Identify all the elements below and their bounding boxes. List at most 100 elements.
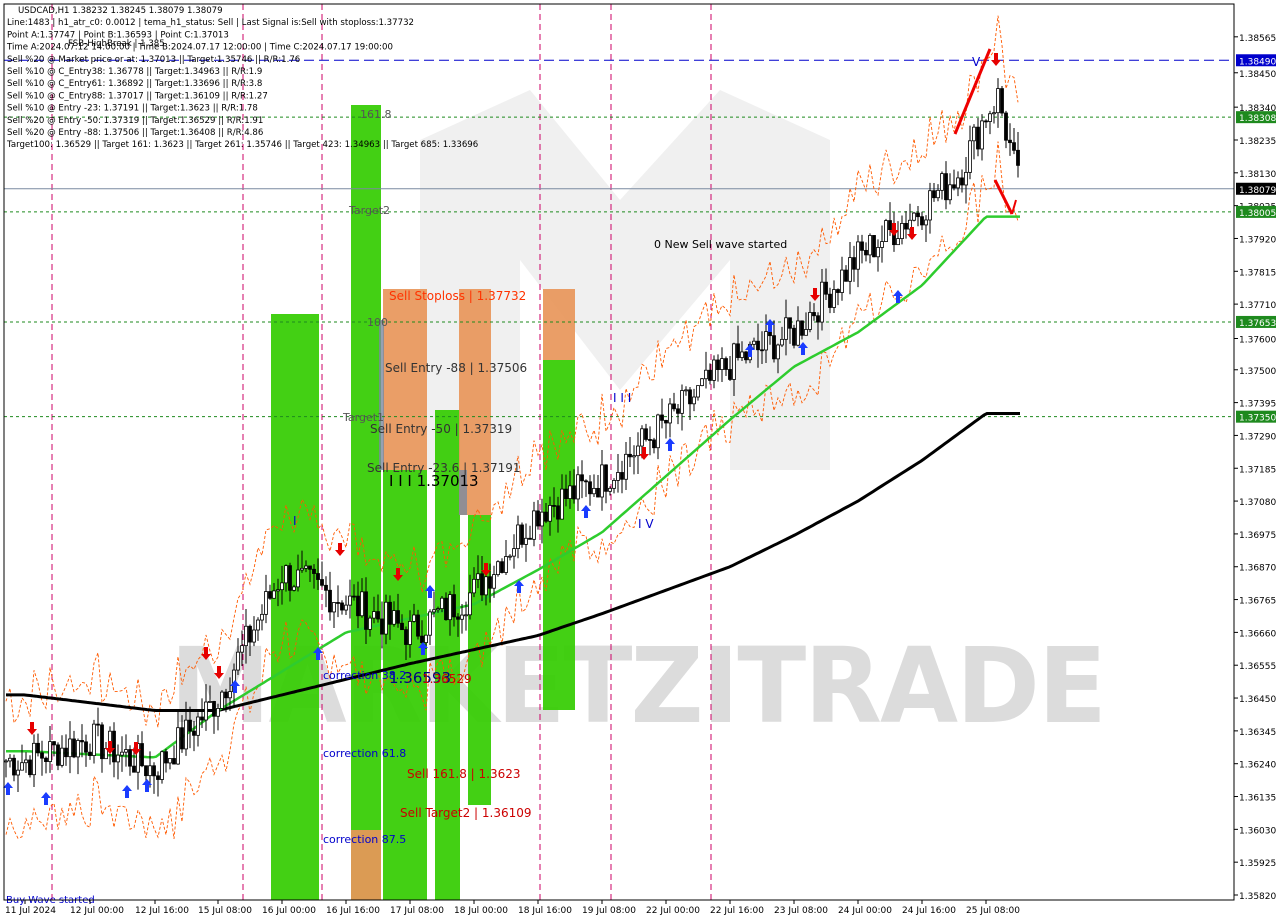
candle-body (760, 349, 764, 352)
candle-body (32, 742, 36, 776)
candle-body (184, 719, 188, 750)
candle-body (416, 614, 420, 637)
candle-body (720, 358, 724, 370)
candle-body (224, 691, 228, 699)
candle-body (628, 453, 632, 458)
annotation-20: I (293, 514, 297, 528)
candle-body (572, 485, 576, 500)
y-tick-label-4: 1.38130 (1239, 170, 1276, 180)
candle-body (700, 378, 704, 387)
candle-body (88, 751, 92, 756)
y-tick-label-8: 1.37710 (1239, 301, 1276, 311)
candle-body (512, 548, 516, 557)
candle-body (604, 464, 608, 492)
candle-body (564, 488, 568, 500)
candle-body (308, 565, 312, 570)
axis-level-label-0: 1.38490 (1239, 57, 1276, 67)
candle-body (640, 428, 644, 447)
candle-body (520, 524, 524, 545)
candle-body (692, 396, 696, 405)
candle-body (468, 592, 472, 616)
header-line-0: USDCAD,H1 1.38232 1.38245 1.38079 1.3807… (18, 6, 223, 16)
candle-body (528, 537, 532, 540)
candle-body (612, 480, 616, 489)
x-tick-label-2: 12 Jul 16:00 (135, 906, 189, 916)
candle-body (492, 574, 496, 589)
candle-body (312, 568, 316, 574)
candle-body (832, 289, 836, 308)
annotation-5: I I I 1.37013 (389, 472, 479, 490)
x-tick-label-8: 18 Jul 16:00 (518, 906, 572, 916)
candle-body (560, 488, 564, 520)
candle-body (736, 343, 740, 358)
candle-body (708, 369, 712, 381)
candle-body (860, 241, 864, 251)
candle-body (448, 594, 452, 621)
candle-body (4, 760, 8, 763)
candle-body (52, 741, 56, 746)
candle-body (740, 351, 744, 358)
candle-body (1000, 88, 1004, 114)
candle-body (840, 269, 844, 293)
candle-body (352, 595, 356, 598)
candle-body (696, 385, 700, 398)
x-tick-label-4: 16 Jul 00:00 (262, 906, 316, 916)
candle-body (364, 591, 368, 630)
candle-body (948, 184, 952, 201)
candle-body (388, 601, 392, 625)
x-tick-label-6: 17 Jul 08:00 (390, 906, 444, 916)
annotation-8: 1.36529 (422, 672, 472, 686)
candle-body (780, 338, 784, 346)
candle-body (972, 126, 976, 142)
header-line-6: Sell %10 @ C_Entry61: 1.36892 || Target:… (7, 79, 262, 89)
candle-body (332, 602, 336, 613)
candle-body (56, 744, 60, 766)
annotation-16: Target1 (342, 411, 384, 424)
candle-body (268, 591, 272, 599)
candle-body (324, 584, 328, 591)
candle-body (924, 219, 928, 226)
axis-level-label-1: 1.38308 (1239, 114, 1276, 124)
candle-body (676, 408, 680, 414)
candle-body (680, 390, 684, 414)
candle-body (960, 177, 964, 186)
annotation-12: correction 87.5 (323, 833, 406, 846)
zone-green-right (543, 360, 575, 710)
chart-background (0, 0, 1280, 920)
candle-body (120, 751, 124, 756)
y-tick-label-20: 1.36450 (1239, 695, 1276, 705)
candle-body (844, 269, 848, 282)
candle-body (252, 629, 256, 643)
candle-body (248, 625, 252, 643)
y-tick-label-9: 1.37600 (1239, 336, 1276, 346)
candle-body (988, 113, 992, 122)
y-tick-label-10: 1.37500 (1239, 367, 1276, 377)
header-line-7: Sell %10 @ C_Entry88: 1.37017 || Target:… (7, 91, 268, 101)
y-tick-label-18: 1.36660 (1239, 629, 1276, 639)
y-tick-label-0: 1.38565 (1239, 34, 1276, 44)
candle-body (172, 758, 176, 765)
candle-body (440, 597, 444, 609)
x-tick-label-12: 23 Jul 08:00 (774, 906, 828, 916)
candle-body (668, 403, 672, 424)
candle-body (212, 701, 216, 717)
candle-body (16, 769, 20, 776)
candle-body (336, 602, 340, 604)
candle-body (208, 701, 212, 703)
x-tick-label-9: 19 Jul 08:00 (582, 906, 636, 916)
header-line-3: Time A:2024.07.12 14:00:00 | Time B:2024… (6, 43, 393, 53)
candle-body (216, 707, 220, 717)
candle-body (456, 616, 460, 620)
candle-body (244, 625, 248, 647)
candle-body (488, 576, 492, 589)
candle-body (596, 487, 600, 498)
candle-body (620, 472, 624, 480)
axis-level-label-2: 1.38079 (1239, 186, 1276, 196)
candle-body (952, 184, 956, 189)
candle-body (868, 235, 872, 256)
candle-body (712, 359, 716, 381)
candle-body (852, 257, 856, 270)
header-line-9: Sell %20 @ Entry -50: 1.37319 || Target:… (7, 116, 263, 126)
candle-body (632, 455, 636, 458)
y-tick-label-19: 1.36555 (1239, 662, 1276, 672)
